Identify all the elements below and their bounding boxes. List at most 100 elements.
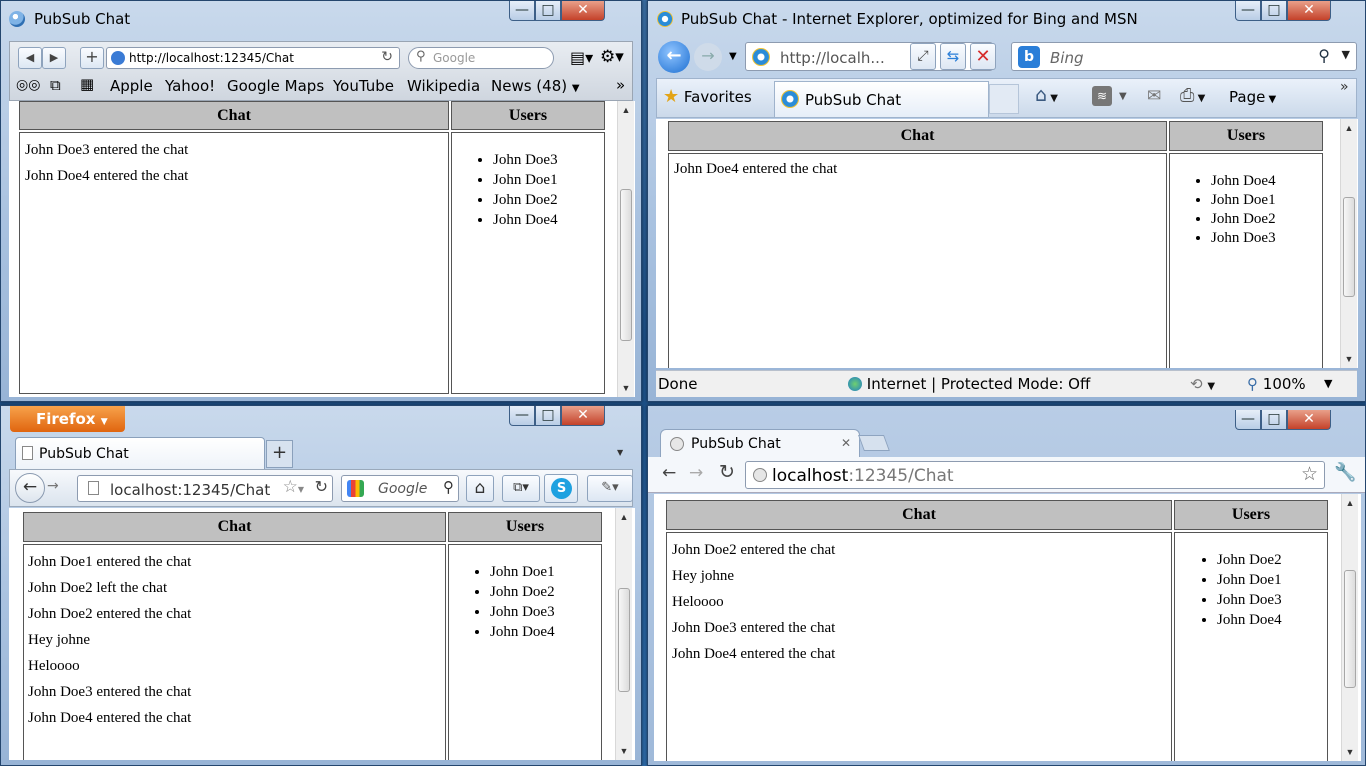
back-button[interactable]: ← xyxy=(662,463,676,483)
close-button[interactable]: ✕ xyxy=(561,406,605,426)
page-menu-button[interactable]: Page ▼ xyxy=(1229,88,1276,106)
search-icon[interactable]: ⚲ xyxy=(1318,46,1330,65)
page-icon[interactable]: ▤▾ xyxy=(570,48,593,67)
close-button[interactable]: ✕ xyxy=(1287,410,1331,430)
firefox-tab[interactable]: PubSub Chat xyxy=(15,437,265,469)
back-button[interactable]: ◀ xyxy=(18,47,42,69)
add-bookmark-button[interactable]: + xyxy=(80,47,104,69)
vertical-scrollbar[interactable]: ▲ ▼ xyxy=(615,508,632,760)
refresh-button[interactable]: ⇆ xyxy=(940,43,966,70)
feed-icon[interactable]: ≋ xyxy=(1092,86,1112,106)
minimize-button[interactable]: — xyxy=(1235,1,1261,21)
bookmark-news[interactable]: News (48) ▼ xyxy=(491,77,580,95)
history-dropdown-icon[interactable]: ▼ xyxy=(729,51,737,62)
maximize-button[interactable]: □ xyxy=(535,1,561,21)
new-tab-button[interactable] xyxy=(989,84,1019,114)
bookmark-google-maps[interactable]: Google Maps xyxy=(227,77,324,95)
mail-icon[interactable]: ✉ xyxy=(1147,86,1161,106)
scroll-down-arrow[interactable]: ▼ xyxy=(1342,747,1358,757)
more-commands-icon[interactable]: » xyxy=(1340,79,1349,95)
reload-button[interactable]: ↻ xyxy=(719,461,735,483)
grid-icon[interactable]: ▦ xyxy=(80,75,94,93)
zoom-icon: ⚲ xyxy=(1247,375,1258,393)
bookmark-youtube[interactable]: YouTube xyxy=(333,77,394,95)
stop-button[interactable]: ✕ xyxy=(970,43,996,70)
chat-message: John Doe4 entered the chat xyxy=(25,168,189,184)
bookmark-wikipedia[interactable]: Wikipedia xyxy=(407,77,480,95)
chat-messages-cell: John Doe2 entered the chat Hey johne Hel… xyxy=(666,532,1172,761)
search-input[interactable]: Google ⚲ xyxy=(341,475,459,502)
print-icon[interactable]: ⎙ ▼ xyxy=(1180,85,1205,106)
scroll-thumb[interactable] xyxy=(618,588,630,692)
search-input[interactable]: ⚲ Google xyxy=(408,47,554,69)
minimize-button[interactable]: — xyxy=(509,1,535,21)
forward-button[interactable]: → xyxy=(689,463,703,483)
forward-button[interactable]: ▶ xyxy=(42,47,66,69)
maximize-button[interactable]: □ xyxy=(535,406,561,426)
vertical-scrollbar[interactable]: ▲ ▼ xyxy=(1341,494,1358,761)
chrome-tab[interactable]: PubSub Chat ✕ xyxy=(660,429,860,458)
bookmarks-button[interactable]: ⧉▾ xyxy=(502,475,540,502)
scroll-down-arrow[interactable]: ▼ xyxy=(1341,354,1357,364)
scroll-up-arrow[interactable]: ▲ xyxy=(1342,498,1358,508)
zoom-dropdown-icon[interactable]: ▼ xyxy=(1324,377,1332,390)
maximize-button[interactable]: □ xyxy=(1261,410,1287,430)
bookmark-apple[interactable]: Apple xyxy=(110,77,153,95)
scroll-thumb[interactable] xyxy=(1344,570,1356,688)
back-button[interactable]: ← xyxy=(658,41,690,73)
ie-tab[interactable]: PubSub Chat xyxy=(774,81,989,117)
scroll-thumb[interactable] xyxy=(620,189,632,341)
ie-status-bar: Done Internet | Protected Mode: Off ⟲ ▼ … xyxy=(656,370,1357,397)
address-bar[interactable]: http://localhost:12345/Chat ↻ xyxy=(106,47,400,69)
feed-dropdown-icon[interactable]: ▼ xyxy=(1119,91,1127,102)
vertical-scrollbar[interactable]: ▲ ▼ xyxy=(1340,119,1357,368)
search-dropdown-icon[interactable]: ▼ xyxy=(1342,48,1350,61)
firefox-menu-button[interactable]: Firefox ▼ xyxy=(10,406,125,432)
reload-icon[interactable]: ↻ xyxy=(315,477,328,496)
search-input[interactable]: b Bing ⚲ ▼ xyxy=(1011,42,1357,71)
reload-icon[interactable]: ↻ xyxy=(381,49,393,65)
chat-message: Hey johne xyxy=(28,632,91,648)
close-tab-icon[interactable]: ✕ xyxy=(841,436,851,450)
address-bar[interactable]: localhost:12345/Chat ☆▼ ↻ xyxy=(77,475,333,502)
scroll-down-arrow[interactable]: ▼ xyxy=(616,746,632,756)
reader-icon[interactable]: ◎◎ xyxy=(16,77,40,93)
search-icon[interactable]: ⚲ xyxy=(443,478,454,496)
new-tab-button[interactable]: + xyxy=(266,440,293,468)
globe-icon xyxy=(670,437,684,451)
addon-button[interactable]: ✎▾ xyxy=(587,475,633,502)
scroll-up-arrow[interactable]: ▲ xyxy=(616,512,632,522)
scroll-up-arrow[interactable]: ▲ xyxy=(1341,123,1357,133)
wrench-icon[interactable]: 🔧 xyxy=(1334,462,1356,483)
scroll-thumb[interactable] xyxy=(1343,197,1355,297)
scroll-down-arrow[interactable]: ▼ xyxy=(618,383,634,393)
scroll-up-arrow[interactable]: ▲ xyxy=(618,105,634,115)
more-bookmarks-icon[interactable]: » xyxy=(616,76,625,94)
back-button[interactable]: ← xyxy=(15,473,45,503)
close-button[interactable]: ✕ xyxy=(561,1,605,21)
maximize-button[interactable]: □ xyxy=(1261,1,1287,21)
vertical-scrollbar[interactable]: ▲ ▼ xyxy=(617,101,634,397)
address-bar[interactable]: localhost:12345/Chat ☆ xyxy=(745,461,1325,489)
compatibility-icon[interactable]: ⤢ xyxy=(910,43,936,70)
minimize-button[interactable]: — xyxy=(509,406,535,426)
forward-button[interactable]: → xyxy=(694,43,722,71)
protection-icon[interactable]: ⟲ ▼ xyxy=(1190,375,1215,393)
zoom-control[interactable]: ⚲ 100% xyxy=(1247,375,1306,393)
favorites-button[interactable]: ★ Favorites xyxy=(663,86,752,107)
ie-command-bar: ★ Favorites PubSub Chat ⌂ ▼ ≋ ▼ ✉ ⎙ ▼ Pa… xyxy=(656,78,1357,118)
close-button[interactable]: ✕ xyxy=(1287,1,1331,21)
tab-list-icon[interactable]: ▼ xyxy=(617,448,623,457)
bookmark-yahoo[interactable]: Yahoo! xyxy=(165,77,215,95)
home-button[interactable]: ⌂ xyxy=(466,475,494,502)
chat-message: John Doe3 entered the chat xyxy=(28,684,192,700)
home-icon[interactable]: ⌂ ▼ xyxy=(1035,84,1058,106)
forward-button[interactable]: → xyxy=(47,478,59,494)
new-tab-button[interactable] xyxy=(858,435,890,451)
skype-button[interactable]: S xyxy=(544,474,578,503)
star-icon[interactable]: ☆▼ xyxy=(283,477,304,497)
gear-icon[interactable]: ⚙▾ xyxy=(600,47,624,67)
book-icon[interactable]: ⧉ xyxy=(50,76,61,94)
star-icon[interactable]: ☆ xyxy=(1301,463,1318,485)
minimize-button[interactable]: — xyxy=(1235,410,1261,430)
